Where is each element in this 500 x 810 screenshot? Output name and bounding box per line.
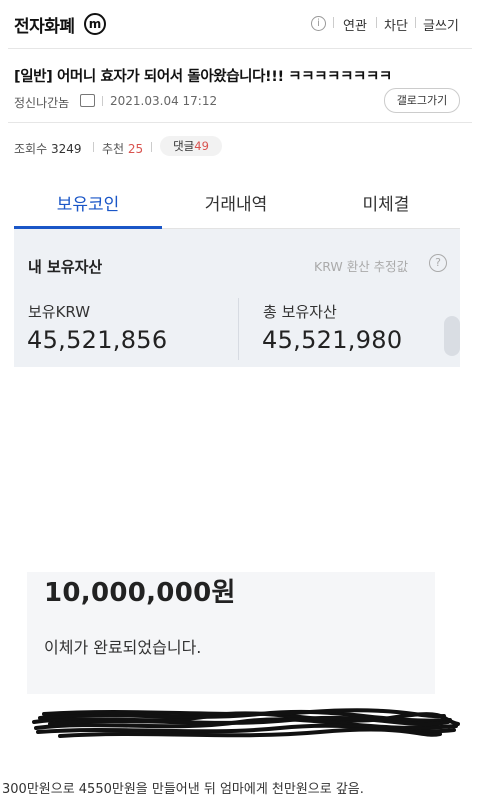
header-divider — [415, 17, 416, 28]
view-count-value: 3249 — [50, 142, 82, 156]
krw-value: 45,521,856 — [27, 326, 168, 354]
comment-label: 댓글 — [173, 139, 195, 153]
comment-value: 49 — [194, 139, 209, 153]
header-divider — [333, 17, 334, 28]
recommend-value: 25 — [127, 142, 144, 156]
recommend-count: 추천 25 — [102, 140, 143, 157]
comment-count-button[interactable]: 댓글49 — [160, 136, 222, 156]
scroll-handle[interactable] — [444, 316, 460, 356]
stat-divider — [93, 142, 94, 152]
transfer-amount: 10,000,000원 — [44, 578, 236, 608]
meta-divider — [102, 96, 103, 106]
gallog-button[interactable]: 갤로그가기 — [384, 88, 460, 113]
post-caption: 300만원으로 4550만원을 만들어낸 뒤 엄마에게 천만원으로 갚음. — [2, 782, 364, 797]
total-asset-value: 45,521,980 — [262, 326, 403, 354]
krw-label: 보유KRW — [28, 303, 91, 321]
write-link[interactable]: 글쓰기 — [423, 15, 459, 34]
recommend-label: 추천 — [102, 142, 125, 156]
tab-holdings[interactable]: 보유코인 — [14, 190, 162, 215]
header-divider-line — [8, 48, 472, 49]
post-title: [일반] 어머니 효자가 되어서 돌아왔습니다!!! ㅋㅋㅋㅋㅋㅋㅋㅋ — [14, 69, 392, 85]
total-asset-label: 총 보유자산 — [263, 303, 337, 321]
info-icon[interactable]: i — [311, 16, 326, 31]
asset-divider — [238, 298, 239, 360]
gallog-icon[interactable] — [80, 94, 95, 107]
question-icon[interactable]: ? — [429, 254, 447, 272]
redaction-scribble — [32, 708, 460, 738]
view-count-label: 조회수 — [14, 142, 48, 156]
header-divider — [376, 17, 377, 28]
asset-note: KRW 환산 추정값 — [314, 259, 409, 274]
gallery-title[interactable]: 전자화폐 — [14, 12, 75, 37]
mobile-badge-icon: m — [84, 13, 106, 35]
transfer-message: 이체가 완료되었습니다. — [44, 638, 202, 657]
tab-history[interactable]: 거래내역 — [162, 190, 310, 215]
view-count: 조회수 3249 — [14, 140, 82, 157]
asset-heading: 내 보유자산 — [28, 258, 103, 276]
post-author[interactable]: 정신나간놈 — [14, 94, 69, 111]
post-divider-line — [8, 122, 472, 123]
related-link[interactable]: 연관 — [343, 15, 367, 34]
stat-divider — [151, 142, 152, 152]
block-link[interactable]: 차단 — [384, 15, 408, 34]
post-date: 2021.03.04 17:12 — [110, 94, 218, 108]
tab-pending[interactable]: 미체결 — [312, 190, 460, 215]
